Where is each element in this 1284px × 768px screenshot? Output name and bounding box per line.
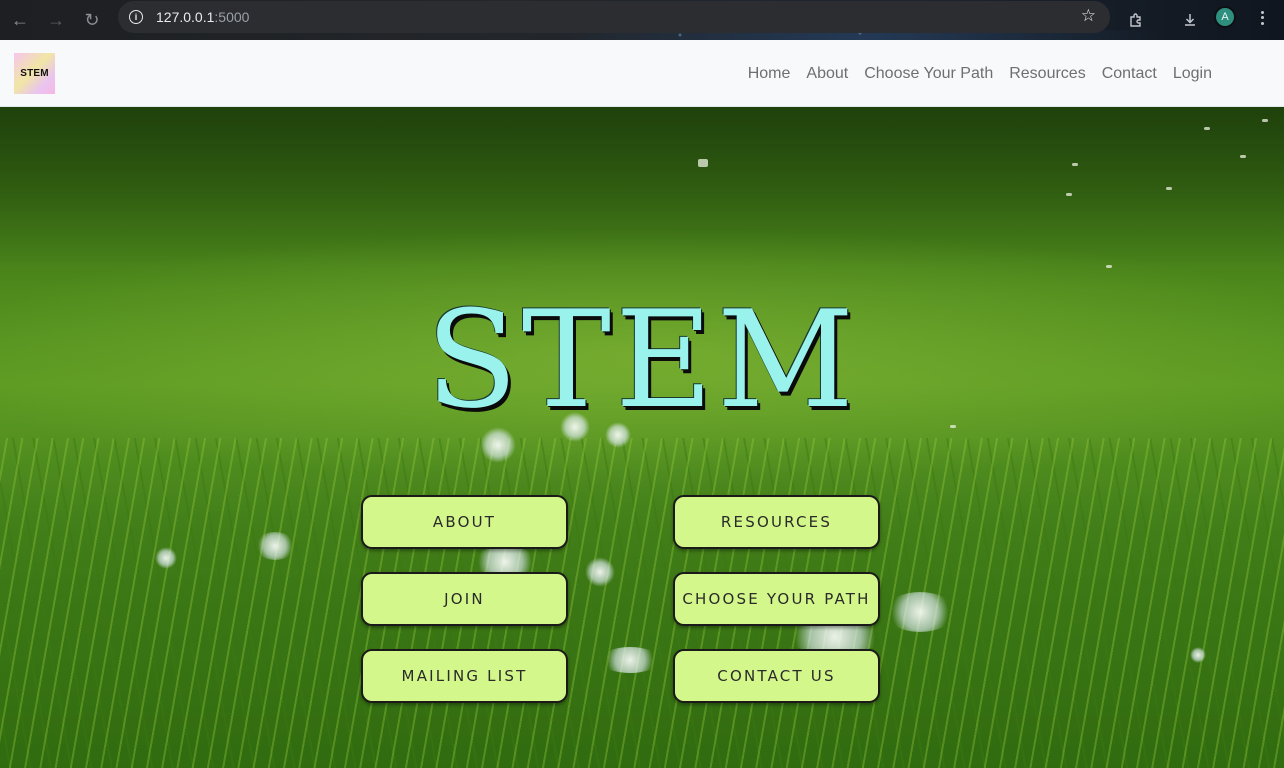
mailing-list-button[interactable]: MAILING LIST [361,649,568,703]
seed-decoration [1240,155,1246,158]
flower-decoration [585,557,615,587]
grass-background [0,438,1284,768]
nav-link-home[interactable]: Home [748,65,791,83]
hero-section: STEM ABOUT RESOURCES JOIN CHOOSE YOUR PA… [0,107,1284,768]
seed-decoration [1072,163,1078,166]
extensions-icon[interactable] [1122,6,1150,34]
flower-decoration [255,532,295,560]
profile-avatar[interactable]: A [1214,6,1236,28]
logo-text: STEM [20,68,49,79]
choose-your-path-button[interactable]: CHOOSE YOUR PATH [673,572,880,626]
about-button[interactable]: ABOUT [361,495,568,549]
url-text[interactable]: 127.0.0.1:5000 [156,9,249,25]
url-host: 127.0.0.1 [156,9,215,25]
seed-decoration [1166,187,1172,190]
site-info-icon[interactable]: i [126,7,146,27]
flower-decoration [780,622,890,652]
seed-decoration [698,159,708,167]
seed-decoration [1066,193,1072,196]
hero-title: STEM [425,282,859,438]
flower-decoration [885,592,955,632]
flower-decoration [600,647,660,673]
seed-decoration [1204,127,1210,130]
nav-links: Home About Choose Your Path Resources Co… [748,40,1212,107]
back-icon[interactable]: ← [6,6,34,34]
nav-link-choose-your-path[interactable]: Choose Your Path [864,65,993,83]
flower-decoration [1190,647,1206,663]
browser-menu-icon[interactable] [1252,7,1272,29]
forward-icon[interactable]: → [42,6,70,34]
nav-link-login[interactable]: Login [1173,65,1212,83]
seed-decoration [1106,265,1112,268]
browser-toolbar: ← → ↻ i 127.0.0.1:5000 ☆ A [0,0,1284,40]
contact-us-button[interactable]: CONTACT US [673,649,880,703]
site-navbar: STEM Home About Choose Your Path Resourc… [0,40,1284,107]
seed-decoration [1262,119,1268,122]
resources-button[interactable]: RESOURCES [673,495,880,549]
download-icon[interactable] [1176,6,1204,34]
flower-decoration [155,547,177,569]
address-bar[interactable]: i 127.0.0.1:5000 ☆ [118,1,1110,33]
bookmark-star-icon[interactable]: ☆ [1081,6,1096,26]
nav-link-contact[interactable]: Contact [1102,65,1157,83]
nav-link-resources[interactable]: Resources [1009,65,1085,83]
nav-link-about[interactable]: About [806,65,848,83]
reload-icon[interactable]: ↻ [78,6,106,34]
url-port: :5000 [214,9,250,25]
site-logo[interactable]: STEM [14,53,55,94]
join-button[interactable]: JOIN [361,572,568,626]
